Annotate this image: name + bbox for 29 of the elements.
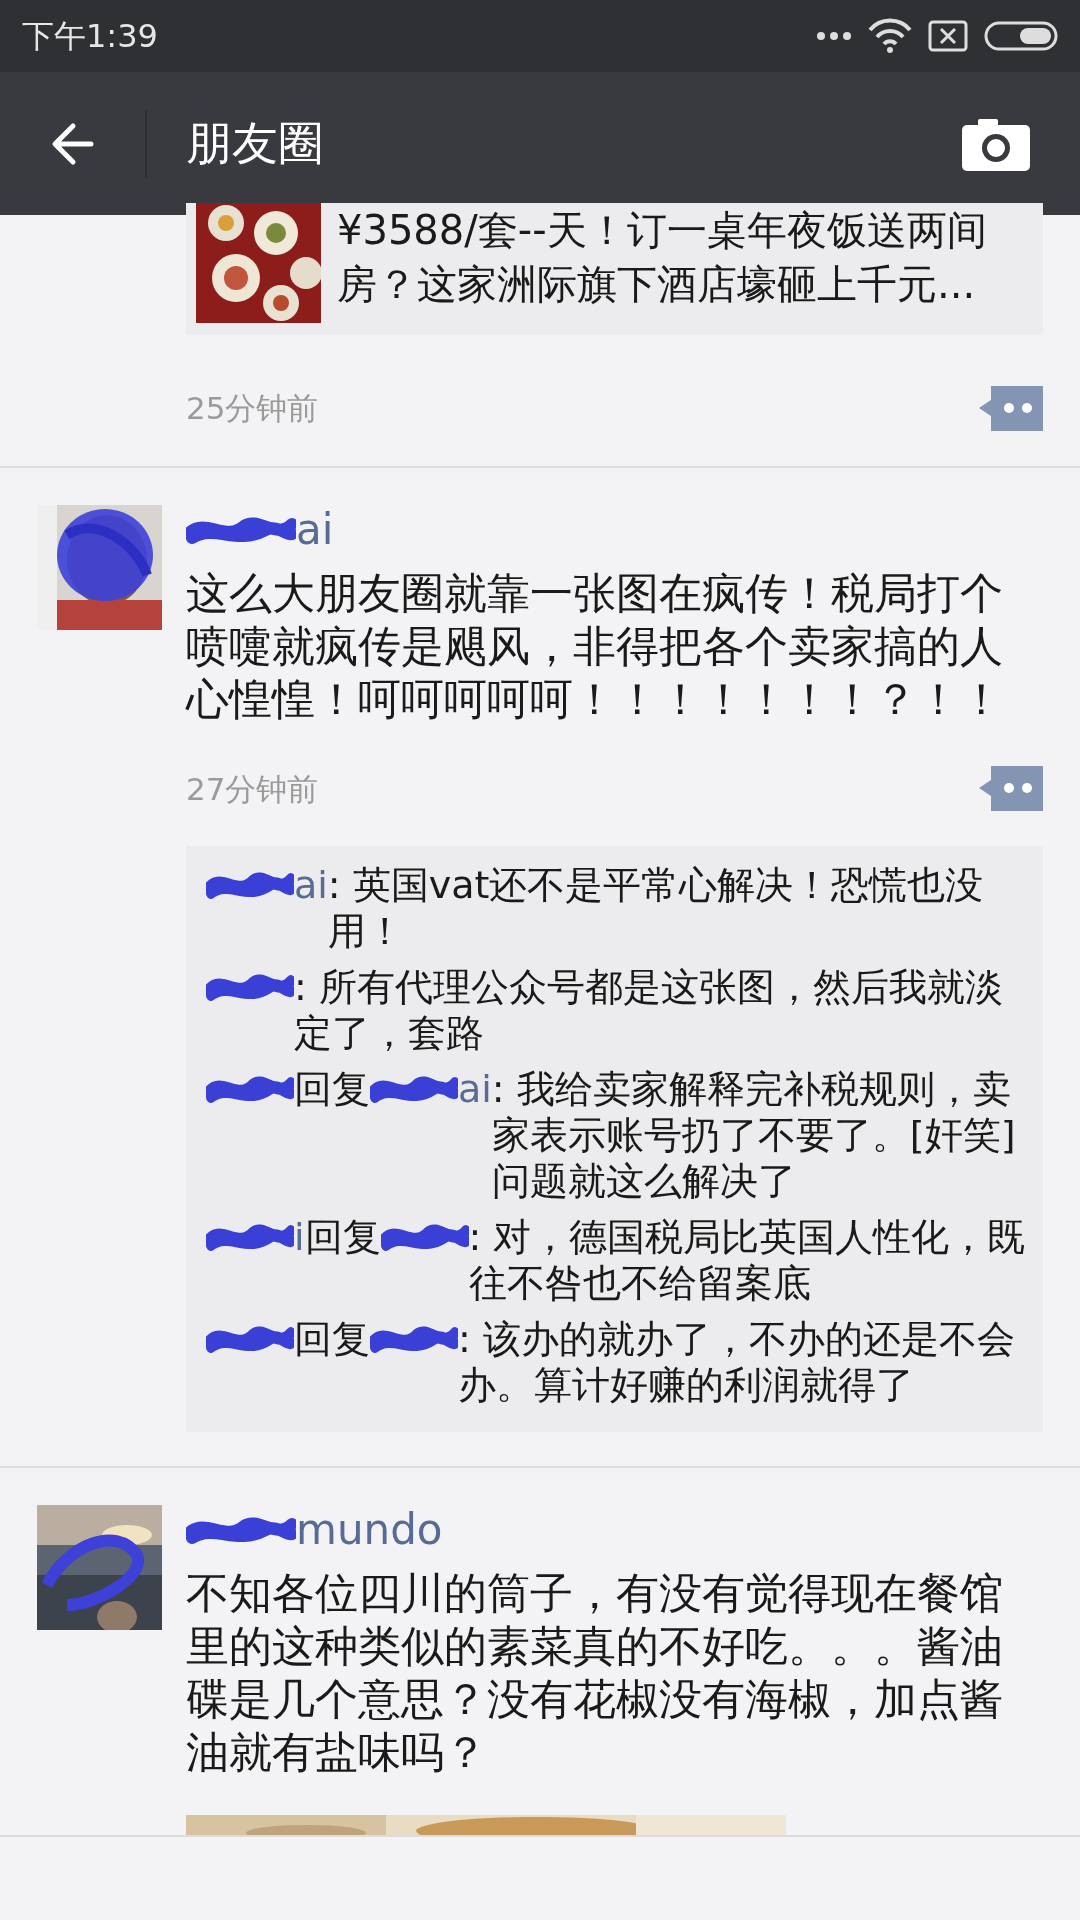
comment-icon	[977, 385, 1043, 431]
comment-text: : 该办的就办了，不办的还是不会办。算计好赚的利润就得了	[458, 1316, 1016, 1408]
battery-icon	[984, 21, 1058, 51]
camera-icon[interactable]	[962, 116, 1030, 171]
status-time: 下午1:39	[22, 16, 158, 57]
post-time: 27分钟前	[186, 769, 319, 809]
comment-button[interactable]	[977, 385, 1043, 431]
reply-label: 回复	[294, 1316, 370, 1362]
comment-text: : 对，德国税局比英国人性化，既往不咎也不给留案底	[468, 1214, 1027, 1306]
post-text: 不知各位四川的筒子，有没有觉得现在餐馆里的这种类似的素菜真的不好吃。。。酱油碟是几个意思？没有花椒没有海椒，加点酱油就有盐味吗？	[186, 1567, 1004, 1779]
comment-button[interactable]	[977, 766, 1043, 812]
link-card[interactable]: ¥3588/套--天！订一桌年夜饭送两间房？这家洲际旗下酒店壕砸上千元...	[186, 203, 1043, 335]
post-text: 这么大朋友圈就靠一张图在疯传！税局打个喷嚏就疯传是飓风，非得把各个卖家搞的人心惶惶！呵呵呵呵呵！！！！！！！？！！	[186, 566, 1004, 726]
wifi-icon	[868, 18, 912, 54]
comment-icon	[977, 766, 1043, 812]
comment-text: : 所有代理公众号都是这张图，然后我就淡定了，套路	[294, 964, 1004, 1056]
reply-label: 回复	[294, 1066, 370, 1112]
user-name[interactable]: ai	[458, 1066, 492, 1112]
no-sim-icon	[928, 20, 968, 52]
link-title: ¥3588/套--天！订一桌年夜饭送两间房？这家洲际旗下酒店壕砸上千元...	[337, 206, 988, 309]
user-name[interactable]: i	[294, 1214, 305, 1260]
user-name[interactable]: ai	[294, 862, 328, 908]
post-time: 25分钟前	[186, 389, 319, 428]
reply-label: 回复	[304, 1214, 381, 1260]
user-name[interactable]: mundo	[296, 1505, 443, 1555]
page-title: 朋友圈	[186, 115, 325, 172]
comment-text: : 我给卖家解释完补税规则，卖家表示账号扔了不要了。[奸笑]问题就这么解决了	[491, 1066, 1017, 1204]
comment-text: : 英国vat还不是平常心解决！恐慌也没用！	[327, 862, 985, 954]
user-name[interactable]: ai	[296, 504, 334, 555]
